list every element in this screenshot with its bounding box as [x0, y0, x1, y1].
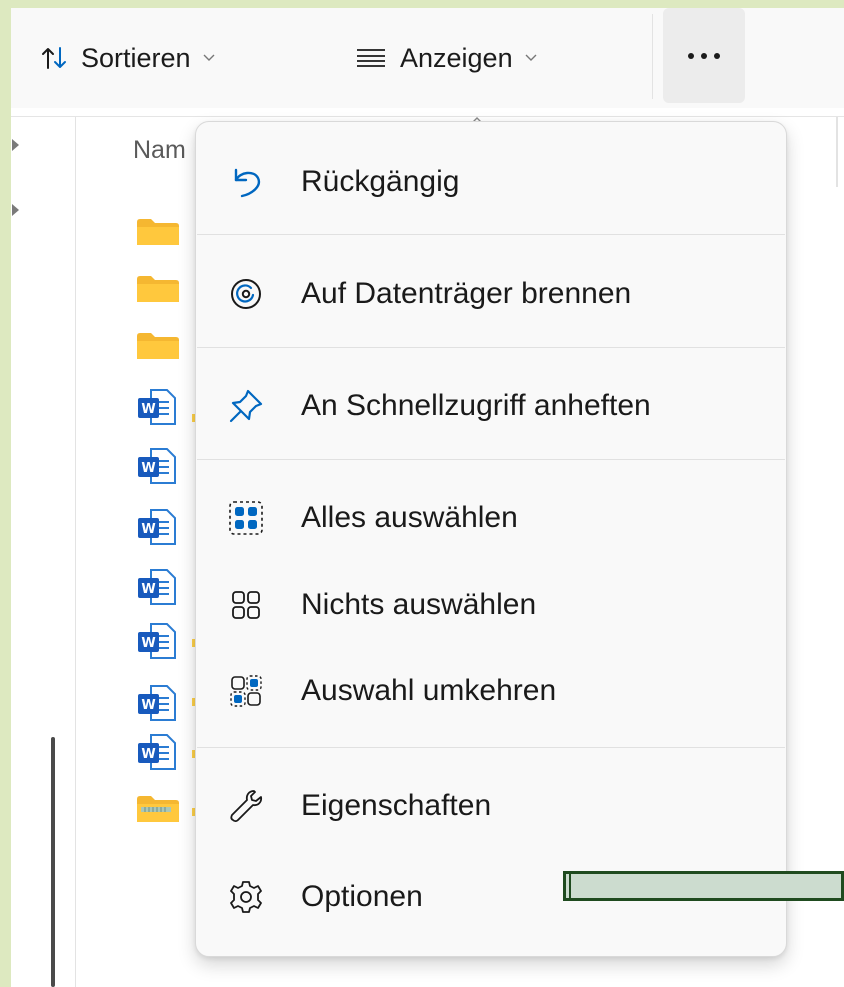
select-all-icon: [228, 500, 264, 536]
menu-item-label: Auswahl umkehren: [301, 674, 557, 707]
menu-item-undo[interactable]: Rückgängig: [196, 140, 786, 224]
folder-icon[interactable]: [137, 219, 179, 250]
menu-item-invert-selection[interactable]: Auswahl umkehren: [196, 649, 786, 733]
more-options-button[interactable]: [663, 8, 745, 103]
word-document-icon[interactable]: W: [137, 447, 177, 490]
undo-icon: [228, 164, 264, 200]
menu-item-label: Eigenschaften: [301, 789, 492, 822]
folder-icon[interactable]: [137, 333, 179, 364]
word-document-icon[interactable]: W: [137, 684, 177, 727]
folder-icon[interactable]: [137, 276, 179, 307]
svg-text:W: W: [141, 698, 155, 713]
toolbar-divider: [652, 14, 653, 99]
menu-item-properties[interactable]: Eigenschaften: [196, 764, 786, 848]
menu-item-label: Auf Datenträger brennen: [301, 277, 632, 310]
column-divider: [836, 117, 838, 187]
chevron-down-icon: [525, 54, 537, 62]
svg-text:W: W: [141, 402, 155, 417]
expand-arrow-icon[interactable]: [11, 203, 21, 222]
menu-item-burn-disc[interactable]: Auf Datenträger brennen: [196, 252, 786, 336]
navigation-pane-border: [75, 117, 76, 987]
more-ellipsis-icon: [687, 47, 721, 65]
menu-item-select-all[interactable]: Alles auswählen: [196, 476, 786, 560]
pin-icon: [228, 388, 264, 424]
invert-selection-icon: [228, 673, 264, 709]
toolbar-bottom-border: [11, 116, 844, 117]
svg-text:W: W: [141, 461, 155, 476]
navigation-scrollbar[interactable]: [51, 737, 55, 987]
view-label: Anzeigen: [400, 42, 513, 73]
svg-text:W: W: [141, 747, 155, 762]
menu-separator: [197, 459, 785, 460]
menu-separator: [197, 347, 785, 348]
more-options-menu: Rückgängig Auf Datenträger brennen An Sc…: [195, 121, 787, 957]
sort-arrows-icon: [41, 45, 67, 71]
hamburger-lines-icon: [356, 47, 386, 69]
word-document-icon[interactable]: W: [137, 622, 177, 665]
svg-text:W: W: [141, 636, 155, 651]
sort-label: Sortieren: [81, 42, 191, 73]
left-green-margin: [0, 0, 11, 987]
file-explorer-window: Sortieren Anzeigen Nam W W W W W W W Rüc…: [0, 0, 844, 987]
word-document-icon[interactable]: W: [137, 388, 177, 431]
menu-separator: [197, 234, 785, 235]
svg-text:W: W: [141, 522, 155, 537]
word-document-icon[interactable]: W: [137, 508, 177, 551]
wrench-icon: [228, 788, 264, 824]
column-header-name[interactable]: Nam: [133, 136, 186, 165]
menu-item-pin-quick-access[interactable]: An Schnellzugriff anheften: [196, 364, 786, 448]
menu-item-label: Alles auswählen: [301, 501, 518, 534]
expand-arrow-icon[interactable]: [11, 138, 21, 157]
menu-item-label: Rückgängig: [301, 165, 460, 198]
select-none-icon: [228, 587, 264, 623]
svg-text:W: W: [141, 582, 155, 597]
menu-separator: [197, 747, 785, 748]
command-bar: Sortieren Anzeigen: [11, 8, 844, 108]
word-document-icon[interactable]: W: [137, 568, 177, 611]
view-button[interactable]: Anzeigen: [356, 8, 537, 108]
sort-button[interactable]: Sortieren: [41, 8, 215, 108]
top-green-margin: [0, 0, 844, 8]
menu-item-label: Optionen: [301, 880, 423, 913]
menu-item-select-none[interactable]: Nichts auswählen: [196, 563, 786, 647]
overlay-input-box[interactable]: [563, 871, 844, 901]
burn-disc-icon: [228, 276, 264, 312]
chevron-down-icon: [203, 54, 215, 62]
menu-item-label: An Schnellzugriff anheften: [301, 389, 651, 422]
menu-item-label: Nichts auswählen: [301, 588, 537, 621]
gear-icon: [228, 879, 264, 915]
zip-folder-icon[interactable]: [137, 796, 179, 827]
word-document-icon[interactable]: W: [137, 733, 177, 776]
text-cursor: [569, 874, 571, 898]
